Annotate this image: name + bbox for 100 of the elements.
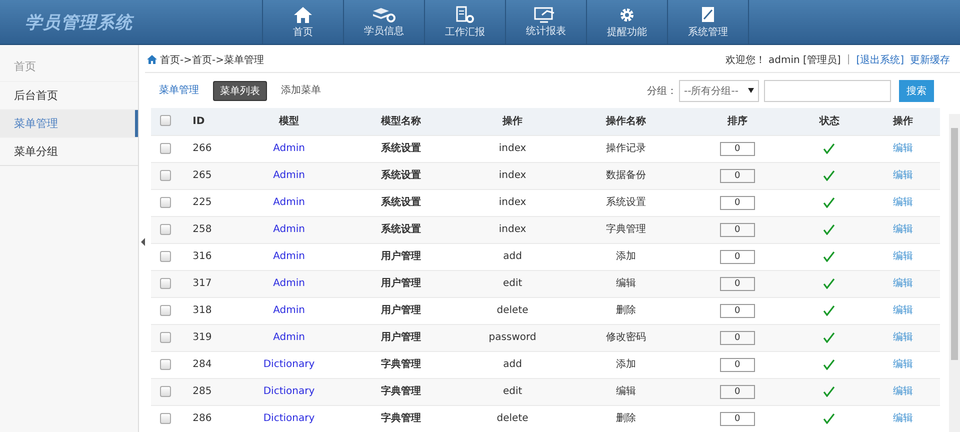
edit-link[interactable]: 编辑 <box>893 197 914 208</box>
settings-icon <box>618 6 636 24</box>
row-checkbox[interactable] <box>160 304 172 316</box>
sort-order-field[interactable]: 0 <box>720 331 755 345</box>
model-link[interactable]: Admin <box>273 224 305 235</box>
model-link[interactable]: Dictionary <box>263 386 315 397</box>
table-cell: 266 <box>192 143 212 154</box>
model-link[interactable]: Dictionary <box>263 359 315 370</box>
sort-order-field[interactable]: 0 <box>720 412 755 426</box>
table-cell: 数据备份 <box>606 170 646 181</box>
row-checkbox[interactable] <box>160 142 172 154</box>
row-checkbox[interactable] <box>160 278 172 289</box>
table-cell: 添加 <box>616 251 636 262</box>
table-cell: 319 <box>192 332 212 343</box>
tab[interactable]: 添加菜单 <box>275 80 327 100</box>
table-cell: 316 <box>192 251 212 262</box>
sidebar-heading: 首页 <box>13 58 37 74</box>
table-cell: 字典管理 <box>380 413 421 424</box>
document-gear-icon <box>455 6 475 24</box>
separator: | <box>846 54 850 65</box>
edit-link[interactable]: 编辑 <box>893 251 914 262</box>
sidebar-item[interactable]: 菜单管理 <box>0 109 138 137</box>
tab[interactable]: 菜单列表 <box>213 80 267 100</box>
refresh-cache-link[interactable]: 更新缓存 <box>910 52 950 66</box>
sidebar-item[interactable]: 菜单分组 <box>0 137 138 165</box>
sort-order-field[interactable]: 0 <box>720 250 755 264</box>
table-cell: 284 <box>192 359 212 370</box>
home-icon <box>293 6 313 24</box>
row-checkbox[interactable] <box>160 196 172 208</box>
row-checkbox[interactable] <box>160 250 172 262</box>
table-cell: add <box>503 359 522 370</box>
sort-order-field[interactable]: 0 <box>720 142 755 156</box>
sort-order-field[interactable]: 0 <box>720 385 755 399</box>
table-cell: password <box>488 332 536 343</box>
sort-order-field[interactable]: 0 <box>720 196 755 210</box>
model-link[interactable]: Admin <box>273 170 305 181</box>
model-link[interactable]: Admin <box>273 278 305 289</box>
table-cell: 265 <box>192 170 212 181</box>
collapse-arrow-icon[interactable] <box>140 237 146 247</box>
model-link[interactable]: Dictionary <box>263 413 315 424</box>
breadcrumb: 首页->首页->菜单管理 <box>160 54 264 66</box>
nav-item[interactable]: 首页 <box>262 0 344 44</box>
nav-item[interactable]: 提醒功能 <box>587 0 668 44</box>
search-field[interactable] <box>764 80 891 102</box>
table-cell: 删除 <box>616 413 636 424</box>
table-cell: delete <box>496 413 528 424</box>
sort-order-field[interactable]: 0 <box>720 358 755 372</box>
sort-order-field[interactable]: 0 <box>720 169 755 183</box>
nav-item[interactable]: 学员信息 <box>344 0 425 44</box>
edit-link[interactable]: 编辑 <box>893 143 914 154</box>
notebook-icon <box>700 6 716 24</box>
nav-item[interactable]: 工作汇报 <box>425 0 506 44</box>
table-cell: index <box>498 224 526 235</box>
model-link[interactable]: Admin <box>273 143 305 154</box>
tab[interactable]: 菜单管理 <box>159 80 205 100</box>
table-cell: 用户管理 <box>380 278 421 289</box>
row-checkbox[interactable] <box>160 170 172 181</box>
edit-link[interactable]: 编辑 <box>893 413 914 424</box>
stack-gear-icon <box>372 7 396 23</box>
model-link[interactable]: Admin <box>273 251 305 262</box>
table-cell: 系统设置 <box>380 143 421 154</box>
table-cell: index <box>498 170 526 181</box>
app-logo: 学员管理系统 <box>24 12 136 34</box>
row-checkbox[interactable] <box>160 224 172 235</box>
column-header: 操作 <box>893 116 914 126</box>
table-cell: index <box>498 197 526 208</box>
table-cell: 258 <box>192 224 212 235</box>
nav-item[interactable]: 系统管理 <box>668 0 749 44</box>
table-cell: 删除 <box>616 305 636 316</box>
row-checkbox[interactable] <box>160 413 172 424</box>
model-link[interactable]: Admin <box>273 197 305 208</box>
row-checkbox[interactable] <box>160 386 172 397</box>
row-checkbox[interactable] <box>160 358 172 370</box>
table-cell: 318 <box>192 305 212 316</box>
scrollbar-thumb[interactable] <box>951 128 958 360</box>
select-all-checkbox[interactable] <box>160 115 172 126</box>
edit-link[interactable]: 编辑 <box>893 359 914 370</box>
model-link[interactable]: Admin <box>273 332 305 343</box>
column-header: 模型 <box>279 116 299 126</box>
table-cell: 285 <box>192 386 212 397</box>
group-select[interactable]: --所有分组-- <box>679 80 759 102</box>
model-link[interactable]: Admin <box>273 305 305 316</box>
nav-item[interactable]: 统计报表 <box>506 0 587 44</box>
sort-order-field[interactable]: 0 <box>720 277 755 291</box>
edit-link[interactable]: 编辑 <box>893 305 914 316</box>
logout-link[interactable]: [退出系统] <box>856 52 904 66</box>
table-cell: 系统设置 <box>380 197 421 208</box>
welcome-text: 欢迎您！ admin [管理员] <box>725 54 841 66</box>
column-header: 操作 <box>502 116 523 126</box>
table-cell: 字典管理 <box>606 224 646 235</box>
table-cell: 用户管理 <box>380 332 421 343</box>
column-header: 操作名称 <box>606 116 646 126</box>
table-cell: add <box>503 251 522 262</box>
column-header: 排序 <box>727 116 748 126</box>
sort-order-field[interactable]: 0 <box>720 223 755 237</box>
table-cell: 修改密码 <box>606 332 646 343</box>
table-cell: edit <box>502 278 522 289</box>
row-checkbox[interactable] <box>160 332 172 343</box>
table-cell: delete <box>496 305 528 316</box>
sort-order-field[interactable]: 0 <box>720 304 755 318</box>
